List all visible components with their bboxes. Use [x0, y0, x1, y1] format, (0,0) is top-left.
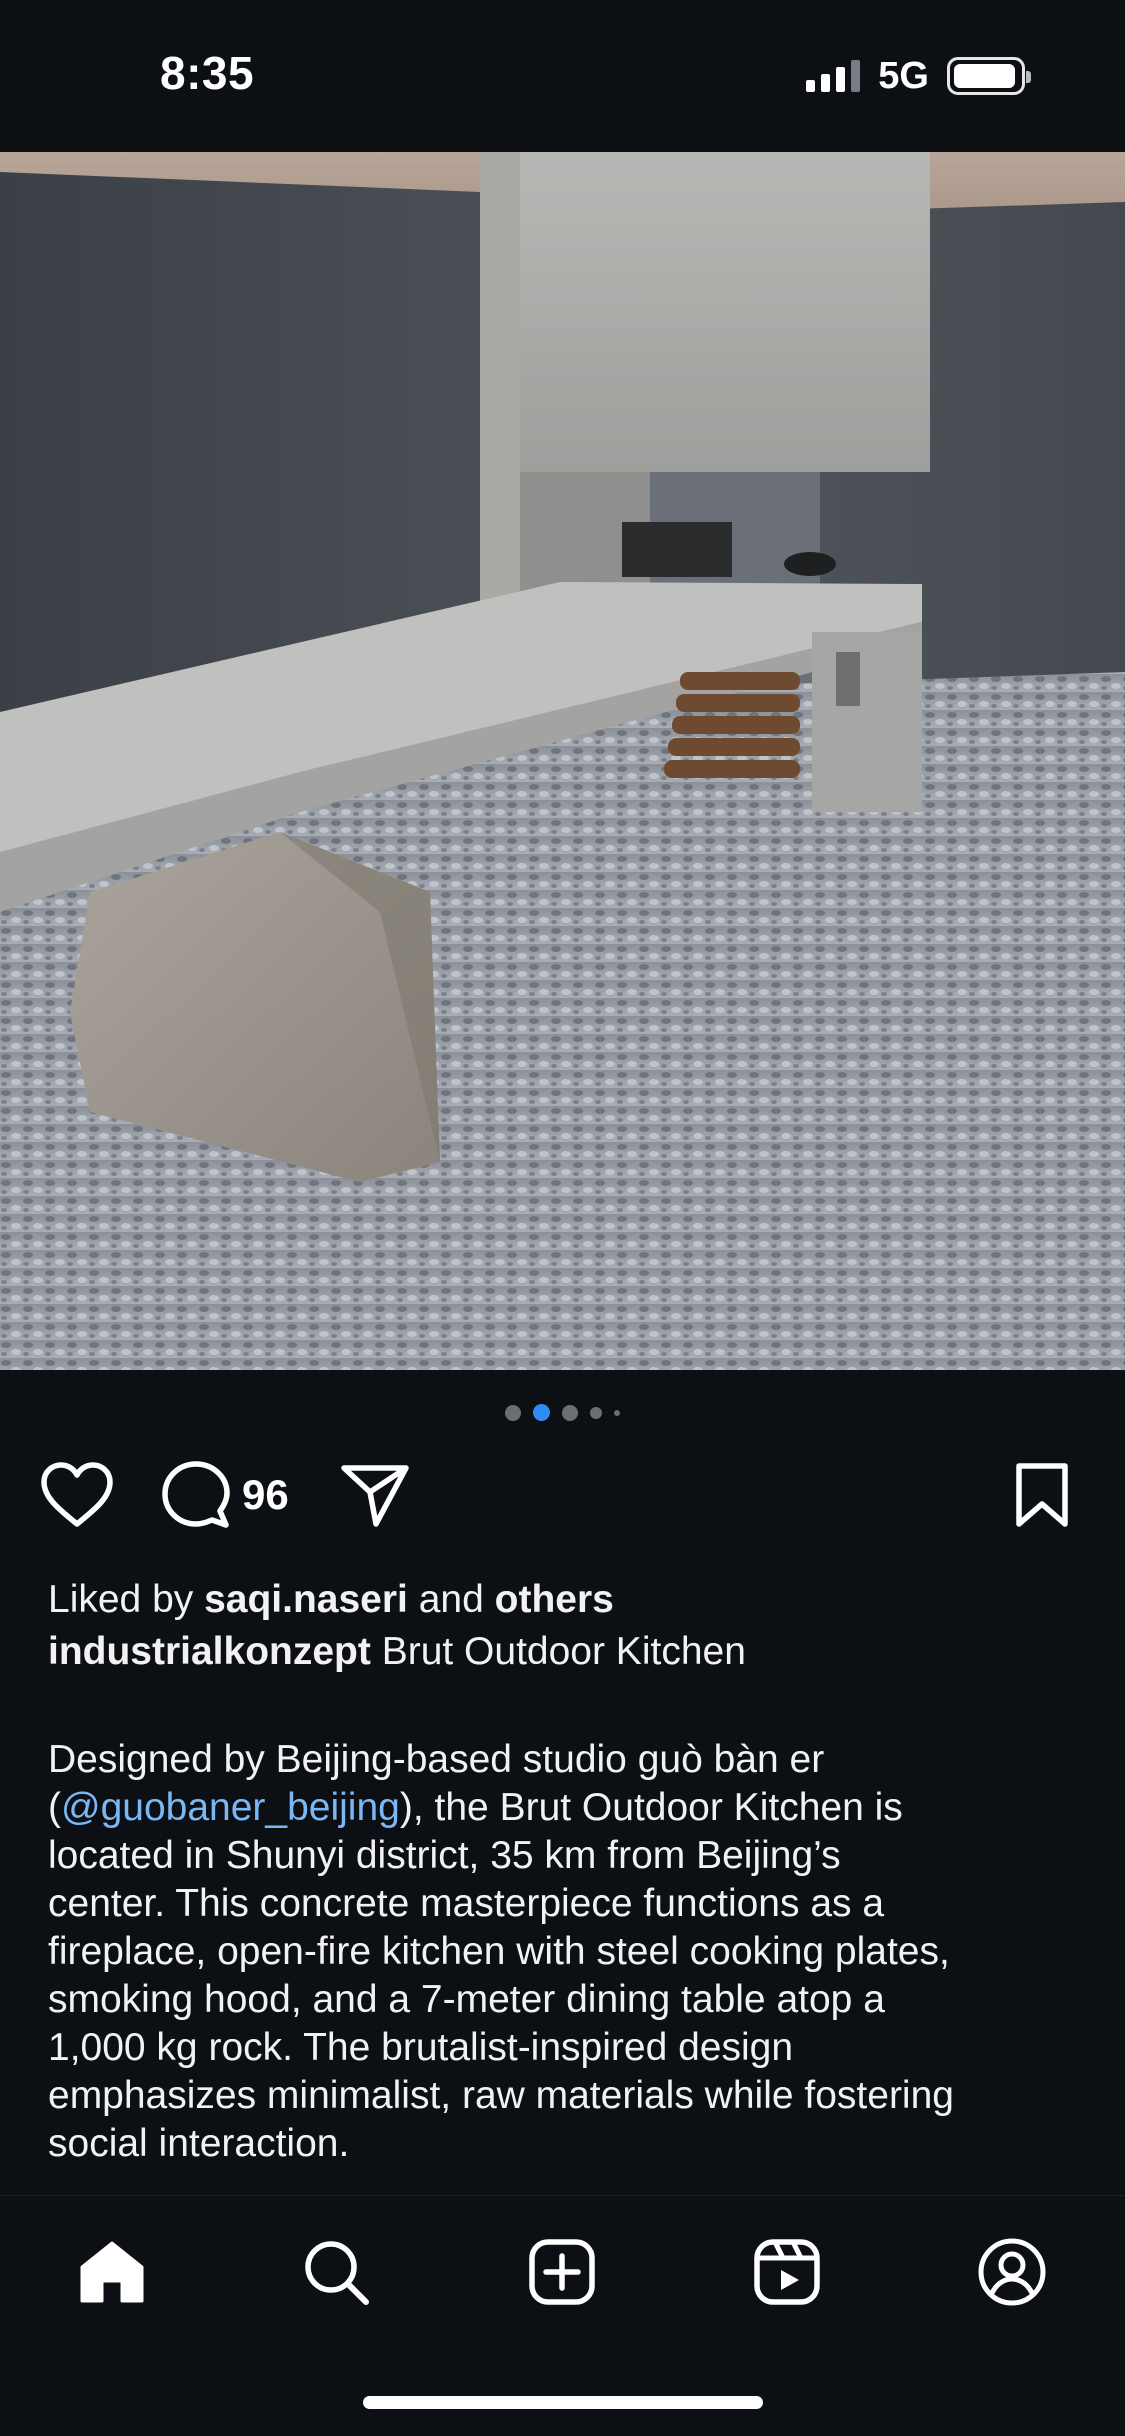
tab-reels[interactable]: [749, 2234, 825, 2310]
caption-line: emphasizes minimalist, raw materials whi…: [48, 2074, 954, 2117]
caption-line: social interaction.: [48, 2122, 350, 2165]
heart-icon: [41, 1462, 113, 1527]
profile-icon: [978, 2238, 1046, 2306]
paper-plane-icon: [341, 1465, 409, 1527]
status-bar: 8:35 5G: [0, 0, 1125, 152]
tab-create[interactable]: [524, 2234, 600, 2310]
share-button[interactable]: [340, 1460, 410, 1530]
carousel-dot-active: [533, 1404, 550, 1421]
liked-by-others[interactable]: others: [495, 1578, 614, 1621]
tab-home[interactable]: [74, 2234, 150, 2310]
comment-count: 96: [242, 1471, 289, 1518]
carousel-dot: [614, 1409, 620, 1416]
carousel-dot: [562, 1404, 578, 1421]
liked-by-middle: and: [407, 1578, 495, 1621]
plus-square-icon: [529, 2239, 595, 2305]
bookmark-icon: [1016, 1463, 1068, 1527]
caption-mention-link[interactable]: @guobaner_beijing: [61, 1786, 400, 1829]
caption-body: Designed by Beijing-based studio guò bàn…: [48, 1736, 1098, 2168]
caption-line: smoking hood, and a 7-meter dining table…: [48, 1978, 885, 2021]
battery-icon: [947, 57, 1031, 95]
carousel-indicator: [0, 1404, 1125, 1421]
tab-profile[interactable]: [974, 2234, 1050, 2310]
home-indicator[interactable]: [363, 2396, 763, 2409]
network-type: 5G: [878, 54, 929, 97]
home-icon: [80, 2241, 144, 2303]
reels-icon: [754, 2239, 820, 2305]
carousel-dot: [505, 1404, 521, 1421]
caption-title: Brut Outdoor Kitchen: [370, 1630, 746, 1673]
liked-by-prefix: Liked by: [48, 1578, 205, 1621]
post-image[interactable]: [0, 152, 1125, 1370]
caption-username[interactable]: industrialkonzept: [48, 1630, 371, 1673]
comment-button[interactable]: 96: [162, 1460, 289, 1530]
caption-line-rest: ), the Brut Outdoor Kitchen is: [399, 1786, 903, 1829]
search-icon: [305, 2241, 369, 2305]
caption-line: fireplace, open-fire kitchen with steel …: [48, 1930, 950, 1973]
caption-line: (@guobaner_beijing), the Brut Outdoor Ki…: [48, 1784, 1098, 1832]
liked-by-user[interactable]: saqi.naseri: [204, 1578, 408, 1621]
caption-paren-open: (: [48, 1786, 61, 1829]
save-button[interactable]: [1014, 1460, 1070, 1530]
like-button[interactable]: [40, 1460, 114, 1530]
cellular-signal-icon: [806, 60, 861, 92]
liked-by-text: Liked by saqi.naseri and others: [48, 1574, 614, 1626]
status-indicators: 5G: [806, 54, 1031, 98]
caption-line: center. This concrete masterpiece functi…: [48, 1882, 885, 1925]
outdoor-kitchen-photo: [0, 152, 1125, 1370]
carousel-dot: [590, 1406, 602, 1419]
post-actions: 96: [0, 1460, 1125, 1530]
comment-bubble-icon: [162, 1461, 230, 1528]
caption-header: industrialkonzept Brut Outdoor Kitchen: [48, 1626, 746, 1678]
tab-search[interactable]: [298, 2234, 374, 2310]
caption-line: 1,000 kg rock. The brutalist-inspired de…: [48, 2026, 794, 2069]
caption-line: located in Shunyi district, 35 km from B…: [48, 1834, 841, 1877]
status-time: 8:35: [160, 47, 255, 99]
caption-line: Designed by Beijing-based studio guò bàn…: [48, 1738, 825, 1781]
